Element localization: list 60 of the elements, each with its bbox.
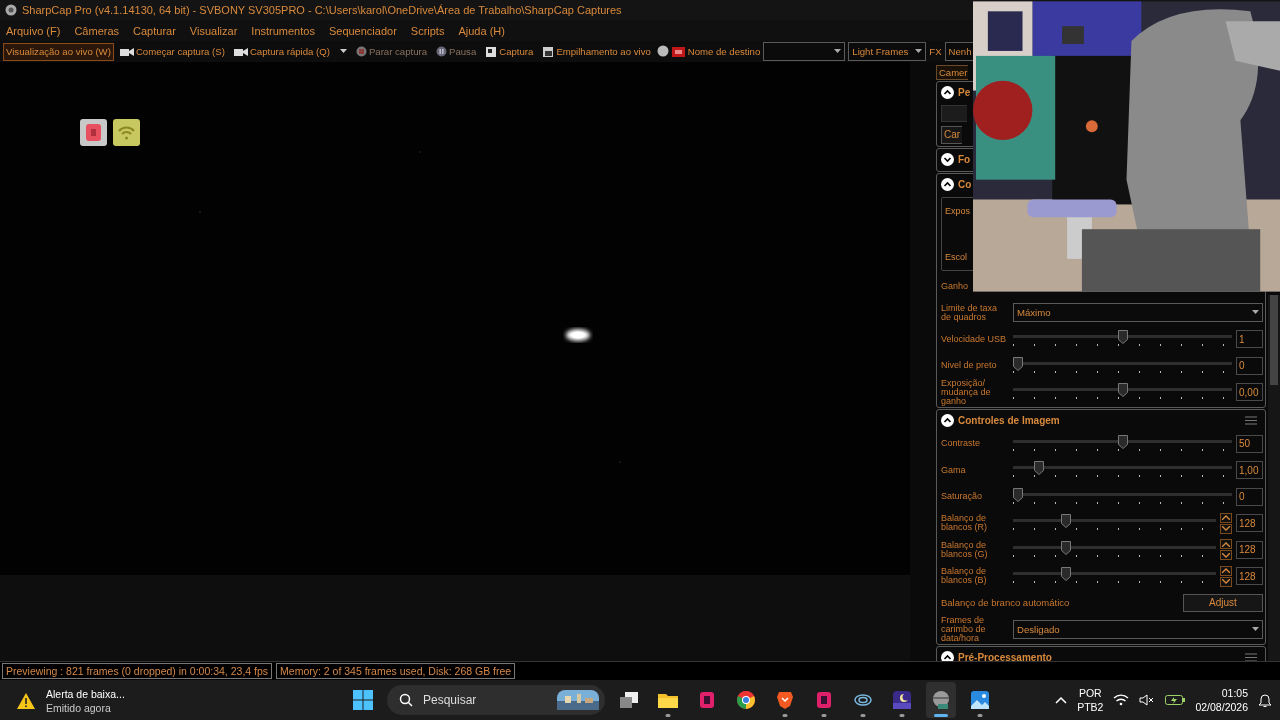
section-title: Fo [958,154,972,165]
slider-label: Velocidade USB [941,334,1008,344]
value-field[interactable]: 0 [1236,487,1263,506]
value-field[interactable]: 0 [1236,356,1263,375]
panel-button[interactable]: Car [941,125,963,144]
section-title: Co [958,179,973,190]
search-box[interactable]: Pesquisar [387,685,605,715]
slider-label: Balanço de blancos (R) [941,514,988,533]
slider-label: Gama [941,465,967,475]
section-title: Pe [958,87,972,98]
slider-label: Balanço de blancos (G) [941,540,989,559]
fx-label: FX [929,46,942,57]
clock-date: 02/08/2026 [1195,701,1248,713]
menu-item[interactable]: Ajuda (H) [454,24,509,37]
toolbar-button[interactable]: Captura [482,42,537,61]
status-text: Memory: 2 of 345 frames used, Disk: 268 GB free [276,663,516,679]
value-field[interactable]: 1,00 [1236,461,1263,480]
frame-type-dropdown[interactable]: Light Frames [848,42,927,61]
value-field[interactable]: 0,00 [1236,383,1263,402]
value-field[interactable]: 128 [1236,540,1263,559]
select-label: Frames de carimbo de data/hora [941,615,987,643]
group-text: Escol [945,252,968,262]
menu-item[interactable]: Scripts [406,24,449,37]
menu-item[interactable]: Instrumentos [247,24,319,37]
select-label: Limite de taxa de quadros [941,303,999,322]
toolbar-button[interactable]: Começar captura (S) [116,42,228,61]
menu-item[interactable]: Sequenciador [324,24,401,37]
panel-tab[interactable]: Camer [936,65,968,80]
dropdown[interactable]: Máximo [1013,303,1263,323]
fx-dropdown[interactable]: Nenh [944,42,973,61]
slider-label: Contraste [941,439,982,449]
section-title: Controles de Imagem [958,414,1061,426]
group-text: Expos [945,206,971,216]
clock-time: 01:05 [1221,687,1248,699]
menu-item[interactable]: Visualizar [185,24,242,37]
value-field[interactable]: 128 [1236,514,1263,533]
menu-item[interactable]: Capturar [129,24,180,37]
notification-widget[interactable]: Alerta de baixa... Emitido agora [10,684,131,718]
toolbar-button[interactable]: Captura rápida (Q) [230,42,350,61]
toolbar-button[interactable]: Empilhamento ao vivo [539,42,654,61]
setting-label: Balanço de branco automático [941,597,1071,609]
dropdown[interactable]: Desligado [1013,619,1263,639]
search-input[interactable]: Pesquisar [421,692,549,708]
toolbar-label: Nome de destino [687,46,761,57]
live-view-toggle[interactable]: Visualização ao vivo (W) [3,42,114,61]
slider-label: Saturação [941,492,984,502]
section-title: Pré-Processamento [958,651,1053,661]
status-text: Previewing : 821 frames (0 dropped) in 0:00:34, 23,4 fps [2,663,273,679]
slider-label: Ganho [941,281,970,291]
menu-item[interactable]: Câmeras [70,24,124,37]
window-title: SharpCap Pro (v4.1.14130, 64 bit) - SVBONY SV305PRO - C:\Users\karol\OneDrive\Área de Trabalho\SharpCap Captures [22,4,622,16]
value-field[interactable]: 128 [1236,567,1263,586]
value-field[interactable]: 1 [1236,330,1263,349]
slider-label: Balanço de blancos (B) [941,567,988,586]
adjust-button[interactable]: Adjust [1183,593,1263,612]
menu-item[interactable]: Arquivo (F) [2,24,65,37]
slider-label: Nivel de preto [941,361,998,371]
value-field[interactable]: 50 [1236,434,1263,453]
language-indicator[interactable]: POR PTB2 [1077,687,1104,713]
slider-label: Exposição/ mudança de ganho [941,378,992,406]
